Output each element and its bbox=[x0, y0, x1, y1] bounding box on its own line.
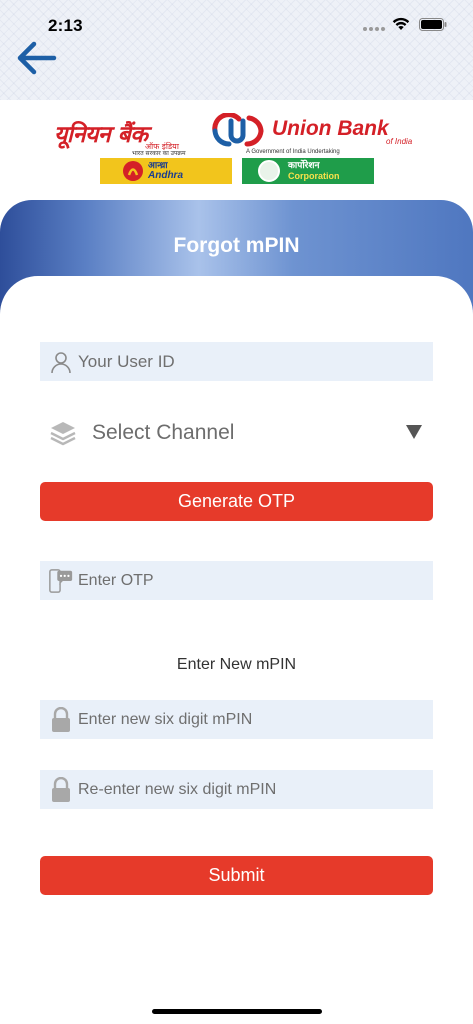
lock-icon bbox=[48, 706, 74, 733]
arrow-left-icon bbox=[17, 41, 57, 75]
status-time: 2:13 bbox=[48, 16, 83, 35]
reenter-mpin-input[interactable] bbox=[78, 770, 418, 809]
otp-message-icon bbox=[48, 568, 74, 594]
reenter-mpin-field[interactable] bbox=[40, 770, 433, 809]
dropdown-triangle-icon bbox=[406, 425, 422, 439]
cellular-signal-icon bbox=[363, 27, 385, 32]
channel-select[interactable]: Select Channel bbox=[40, 412, 433, 454]
back-button[interactable] bbox=[12, 36, 60, 80]
brand-english-sub: of India bbox=[386, 137, 413, 146]
brand-english-name: Union Bank bbox=[272, 117, 389, 140]
corporation-hindi-label: कार्पोरेशन bbox=[288, 161, 320, 171]
brand-tagline-hindi: भारत सरकार का उपक्रम bbox=[132, 150, 186, 157]
layers-icon bbox=[50, 422, 76, 446]
brand-tagline-english: A Government of India Undertaking bbox=[246, 149, 340, 155]
lock-icon bbox=[48, 776, 74, 803]
new-mpin-input[interactable] bbox=[78, 700, 418, 739]
otp-field[interactable] bbox=[40, 561, 433, 600]
corporation-bank-badge: कार्पोरेशन Corporation bbox=[242, 158, 374, 184]
corporation-emblem-icon bbox=[258, 160, 280, 182]
channel-select-label: Select Channel bbox=[92, 421, 235, 444]
user-id-field[interactable] bbox=[40, 342, 433, 381]
submit-button[interactable]: Submit bbox=[40, 856, 433, 895]
andhra-logo-icon bbox=[123, 161, 143, 181]
home-indicator[interactable] bbox=[152, 1009, 322, 1014]
otp-input[interactable] bbox=[78, 561, 418, 600]
wifi-icon bbox=[392, 17, 410, 30]
brand-hindi-name: यूनियन बैंक bbox=[54, 122, 148, 148]
corporation-english-label: Corporation bbox=[288, 171, 340, 181]
andhra-bank-badge: आन्ध्रा Andhra bbox=[100, 158, 232, 184]
page-title: Forgot mPIN bbox=[173, 234, 300, 257]
andhra-english-label: Andhra bbox=[148, 170, 183, 181]
new-mpin-field[interactable] bbox=[40, 700, 433, 739]
user-icon bbox=[48, 349, 74, 375]
status-bar: 2:13 bbox=[0, 0, 473, 50]
form-card bbox=[0, 276, 473, 1024]
union-bank-logo-icon bbox=[212, 113, 264, 147]
new-mpin-heading: Enter New mPIN bbox=[176, 656, 297, 673]
generate-otp-button[interactable]: Generate OTP bbox=[40, 482, 433, 521]
user-id-input[interactable] bbox=[78, 342, 418, 381]
battery-icon bbox=[419, 18, 447, 31]
